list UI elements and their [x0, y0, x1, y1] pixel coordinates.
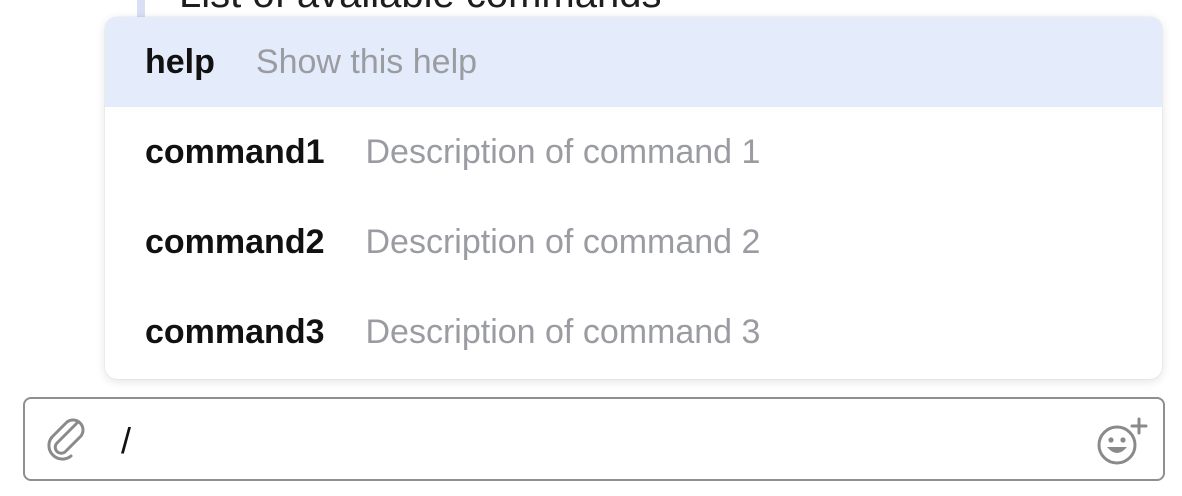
message-text: List of available commands: [179, 0, 661, 16]
message-quote: List of available commands: [137, 0, 661, 18]
composer-input-text[interactable]: /: [121, 419, 131, 463]
command-suggestion-popup: help Show this help command1 Description…: [105, 17, 1162, 379]
message-composer[interactable]: /: [23, 397, 1165, 481]
emoji-add-icon[interactable]: [1095, 415, 1153, 467]
command-name: help: [145, 42, 215, 81]
command-item-command3[interactable]: command3 Description of command 3: [105, 287, 1162, 377]
command-description: Description of command 3: [365, 312, 761, 351]
command-item-command2[interactable]: command2 Description of command 2: [105, 197, 1162, 287]
command-item-help[interactable]: help Show this help: [105, 17, 1162, 107]
command-name: command3: [145, 312, 325, 351]
command-description: Show this help: [255, 42, 478, 81]
command-name: command2: [145, 222, 325, 261]
command-description: Description of command 1: [365, 132, 761, 171]
chat-view: List of available commands help Show thi…: [0, 0, 1182, 496]
command-item-command1[interactable]: command1 Description of command 1: [105, 107, 1162, 197]
paperclip-icon[interactable]: [45, 417, 89, 463]
command-description: Description of command 2: [365, 222, 761, 261]
command-name: command1: [145, 132, 325, 171]
